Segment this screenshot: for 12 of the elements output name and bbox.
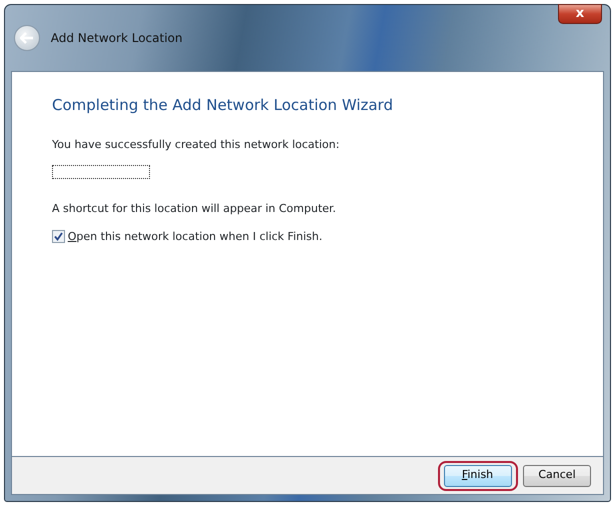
checkbox[interactable]: [52, 230, 65, 244]
wizard-button[interactable]: Cancel: [523, 464, 591, 486]
wizard-button[interactable]: Finish: [444, 464, 512, 486]
checkbox-label[interactable]: Open this network location when I click Finish.: [68, 228, 322, 245]
wizard-heading: Completing the Add Network Location Wizard: [52, 95, 394, 116]
window-title: Add Network Location: [50, 30, 182, 47]
close-button[interactable]: x: [558, 4, 602, 24]
back-arrow-icon: [20, 32, 34, 44]
back-button[interactable]: [14, 25, 40, 51]
note-text: A shortcut for this location will appear in Computer.: [52, 201, 338, 217]
message-text: You have successfully created this network location:: [52, 136, 340, 152]
location-field[interactable]: [52, 165, 150, 179]
